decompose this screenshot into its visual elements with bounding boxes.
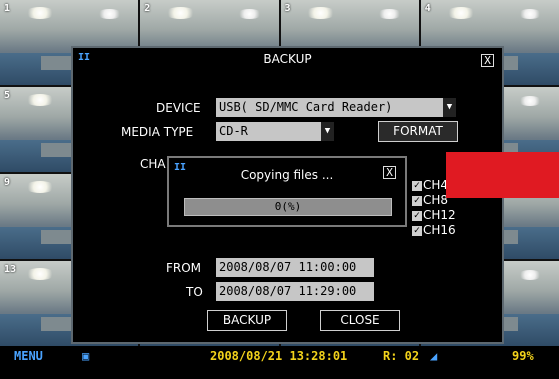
camera-number: 4	[424, 3, 431, 14]
monitor-icon[interactable]: ▣	[82, 349, 89, 363]
copying-files-popup: II Copying files ... X 0(%)	[167, 156, 407, 227]
chevron-down-icon[interactable]: ▼	[443, 98, 456, 117]
channel-8-checkbox[interactable]: ✓ CH8	[412, 193, 448, 207]
popup-title: Copying files ...	[240, 168, 334, 182]
format-button[interactable]: FORMAT	[378, 121, 458, 142]
from-datetime-field[interactable]: 2008/08/07 11:00:00	[216, 258, 374, 277]
from-label: FROM	[166, 261, 202, 275]
progress-text: 0(%)	[274, 200, 302, 213]
menu-button[interactable]: MENU	[14, 349, 43, 363]
progress-bar: 0(%)	[184, 198, 392, 216]
close-icon[interactable]: X	[383, 166, 396, 179]
datetime: 2008/08/21 13:28:01	[210, 349, 348, 363]
to-label: TO	[186, 285, 203, 299]
to-datetime-field[interactable]: 2008/08/07 11:29:00	[216, 282, 374, 301]
media-type-label: MEDIA TYPE	[121, 125, 194, 139]
camera-number: 2	[144, 3, 151, 14]
channel-4-checkbox[interactable]: ✓ CH4	[412, 178, 448, 192]
camera-number: 13	[4, 264, 17, 275]
network-icon: ◢	[430, 349, 438, 363]
camera-number: 5	[4, 90, 11, 101]
close-icon[interactable]: X	[481, 54, 494, 67]
record-status: R: 02	[383, 349, 420, 363]
channel-label: CHA	[140, 157, 166, 171]
backup-button[interactable]: BACKUP	[207, 310, 287, 331]
device-value: USB( SD/MMC Card Reader)	[219, 100, 393, 114]
device-label: DEVICE	[156, 101, 201, 115]
red-overlay-block	[446, 152, 559, 198]
close-button[interactable]: CLOSE	[320, 310, 400, 331]
camera-number: 9	[4, 177, 11, 188]
camera-number: 3	[284, 3, 291, 14]
media-type-value: CD-R	[219, 124, 248, 138]
dialog-title: BACKUP	[263, 52, 312, 66]
channel-12-checkbox[interactable]: ✓ CH12	[412, 208, 456, 222]
media-type-select[interactable]: CD-R ▼	[216, 122, 334, 141]
channel-16-checkbox[interactable]: ✓ CH16	[412, 223, 456, 237]
chevron-down-icon[interactable]: ▼	[321, 122, 334, 141]
camera-number: 1	[4, 3, 11, 14]
status-bar: MENU ▣ 2008/08/21 13:28:01 R: 02 ◢ 99%	[0, 346, 559, 379]
device-select[interactable]: USB( SD/MMC Card Reader) ▼	[216, 98, 456, 117]
disk-usage: 99%	[512, 349, 534, 363]
